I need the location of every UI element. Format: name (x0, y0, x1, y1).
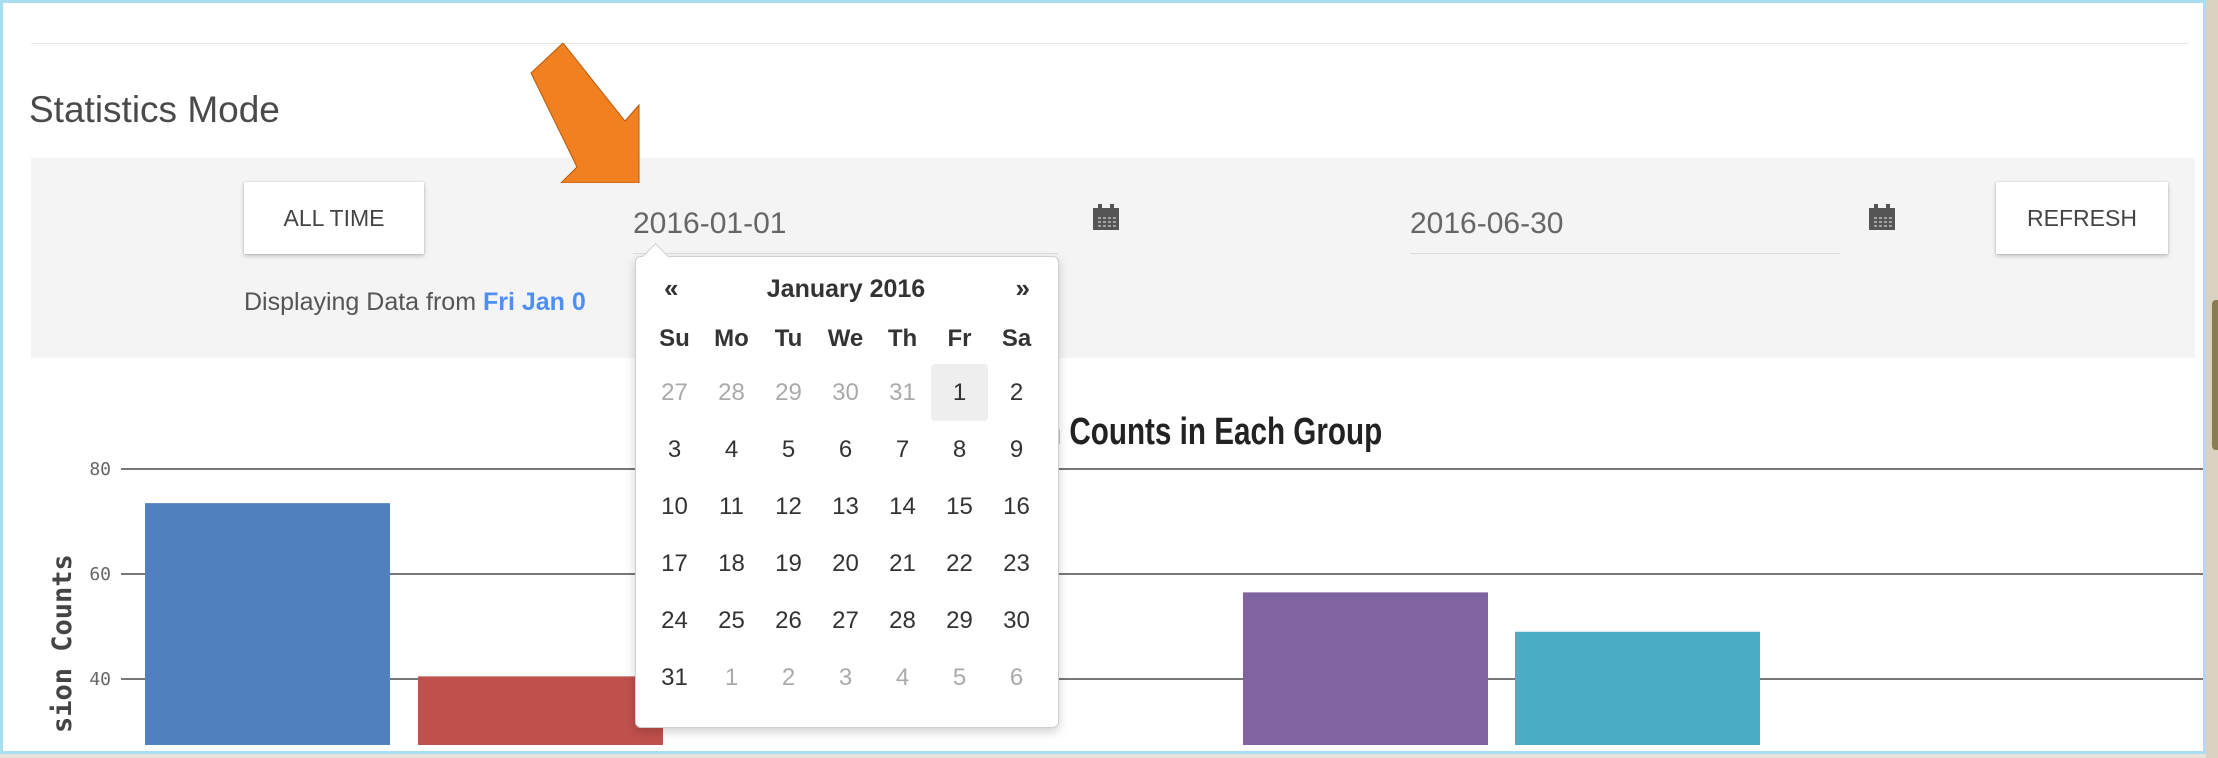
weekday-header: Mo (714, 325, 749, 352)
background-notch (2212, 300, 2218, 450)
calendar-day[interactable]: 2 (988, 364, 1045, 421)
calendar-day[interactable]: 29 (760, 364, 817, 421)
calendar-day[interactable]: 10 (646, 478, 703, 535)
calendar-day[interactable]: 28 (703, 364, 760, 421)
weekday-header: Fr (947, 325, 972, 352)
calendar-day[interactable]: 14 (874, 478, 931, 535)
calendar-day[interactable]: 6 (817, 421, 874, 478)
chart-bar (1515, 631, 1760, 745)
chart-title: n Counts in Each Group (1043, 411, 1383, 453)
calendar-day[interactable]: 27 (646, 364, 703, 421)
calendar-day[interactable]: 16 (988, 478, 1045, 535)
calendar-day[interactable]: 30 (988, 592, 1045, 649)
calendar-day[interactable]: 4 (703, 421, 760, 478)
month-title[interactable]: January 2016 (756, 275, 936, 304)
calendar-grid: Su Mo Tu We Th Fr Sa 27 28 29 30 31 1 2 3 4 5 6 7 8 9 10 11 12… (646, 314, 1045, 706)
calendar-day[interactable]: 26 (760, 592, 817, 649)
calendar-day[interactable]: 31 (874, 364, 931, 421)
calendar-day[interactable]: 3 (646, 421, 703, 478)
calendar-day[interactable]: 21 (874, 535, 931, 592)
calendar-day[interactable]: 7 (874, 421, 931, 478)
weekday-header: Tu (774, 325, 803, 352)
calendar-day[interactable]: 5 (760, 421, 817, 478)
y-axis-title: sion Counts (47, 554, 78, 733)
next-month-button[interactable]: » (1016, 273, 1030, 304)
y-tick-label: 60 (89, 564, 111, 585)
calendar-day[interactable]: 5 (931, 649, 988, 706)
datepicker-header: « January 2016 » (636, 257, 1058, 313)
calendar-week-row: 10 11 12 13 14 15 16 (646, 478, 1045, 535)
calendar-day[interactable]: 29 (931, 592, 988, 649)
y-tick-label: 40 (89, 669, 111, 690)
weekday-row: Su Mo Tu We Th Fr Sa (646, 314, 1045, 364)
weekday-header: Th (887, 325, 918, 352)
calendar-day[interactable]: 12 (760, 478, 817, 535)
weekday-header: We (827, 325, 864, 352)
calendar-day[interactable]: 15 (931, 478, 988, 535)
calendar-day[interactable]: 27 (817, 592, 874, 649)
calendar-day-selected[interactable]: 1 (931, 364, 988, 421)
calendar-day[interactable]: 4 (874, 649, 931, 706)
calendar-week-row: 31 1 2 3 4 5 6 (646, 649, 1045, 706)
chart-bar (418, 676, 663, 745)
calendar-day[interactable]: 20 (817, 535, 874, 592)
calendar-day[interactable]: 8 (931, 421, 988, 478)
calendar-week-row: 17 18 19 20 21 22 23 (646, 535, 1045, 592)
calendar-day[interactable]: 6 (988, 649, 1045, 706)
chart-bar (145, 503, 390, 745)
calendar-week-row: 24 25 26 27 28 29 30 (646, 592, 1045, 649)
calendar-day[interactable]: 2 (760, 649, 817, 706)
chart-bar (1243, 592, 1488, 745)
calendar-day[interactable]: 23 (988, 535, 1045, 592)
prev-month-button[interactable]: « (664, 273, 678, 304)
calendar-week-row: 3456789 (646, 421, 1045, 478)
calendar-day[interactable]: 19 (760, 535, 817, 592)
arrow-pointer-icon (530, 43, 640, 183)
calendar-day[interactable]: 24 (646, 592, 703, 649)
calendar-day[interactable]: 13 (817, 478, 874, 535)
datepicker-popup: « January 2016 » Su Mo Tu We Th Fr Sa 27 28 29 30… (635, 243, 1059, 728)
calendar-day[interactable]: 9 (988, 421, 1045, 478)
calendar-day[interactable]: 28 (874, 592, 931, 649)
bar-chart: 40 60 80 (89, 459, 2203, 745)
calendar-day[interactable]: 3 (817, 649, 874, 706)
y-tick-label: 80 (89, 459, 111, 480)
calendar-day[interactable]: 31 (646, 649, 703, 706)
calendar-week-row: 27 28 29 30 31 1 2 (646, 364, 1045, 421)
calendar-day[interactable]: 11 (703, 478, 760, 535)
calendar-day[interactable]: 18 (703, 535, 760, 592)
weekday-header: Sa (1001, 325, 1032, 352)
calendar-day[interactable]: 1 (703, 649, 760, 706)
calendar-day[interactable]: 25 (703, 592, 760, 649)
calendar-day[interactable]: 30 (817, 364, 874, 421)
weekday-header: Su (659, 325, 690, 352)
calendar-day[interactable]: 22 (931, 535, 988, 592)
calendar-day[interactable]: 17 (646, 535, 703, 592)
app-window: Statistics Mode ALL TIME 2016-01-01 2016… (0, 0, 2206, 754)
